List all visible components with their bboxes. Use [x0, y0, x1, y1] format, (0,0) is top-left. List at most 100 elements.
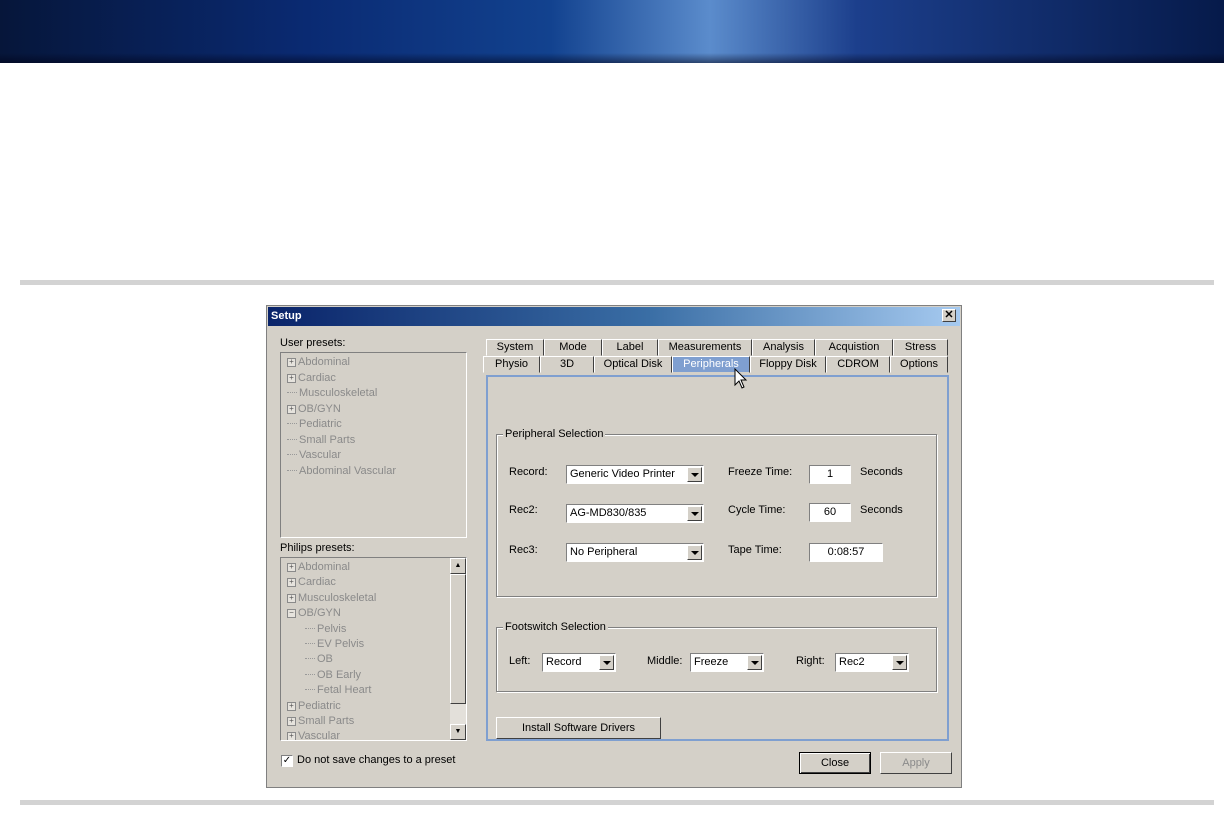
scroll-thumb[interactable]	[450, 574, 466, 704]
freeze-time-unit: Seconds	[860, 466, 903, 478]
tab-3d[interactable]: 3D	[540, 356, 594, 373]
mouse-pointer-icon	[734, 368, 748, 389]
tab-cdrom[interactable]: CDROM	[826, 356, 890, 373]
chevron-down-icon[interactable]	[687, 467, 702, 482]
record-label: Record:	[509, 466, 548, 478]
tree-item-ob-gyn[interactable]: − OB/GYN	[287, 606, 341, 620]
expand-icon[interactable]: +	[287, 578, 296, 588]
philips-presets-label: Philips presets:	[280, 542, 355, 554]
tape-time-field: 0:08:57	[809, 543, 883, 562]
tree-item-ob[interactable]: OB	[305, 652, 333, 666]
tree-item-musculoskeletal[interactable]: Musculoskeletal	[287, 386, 377, 400]
tree-item-label: OB/GYN	[298, 607, 341, 620]
collapse-icon[interactable]: −	[287, 609, 296, 619]
expand-icon[interactable]: +	[287, 732, 296, 740]
expand-icon[interactable]: +	[287, 358, 296, 367]
tree-item-pediatric[interactable]: Pediatric	[287, 417, 342, 431]
tree-item-abdominal[interactable]: + Abdominal	[287, 560, 350, 574]
tree-item-small-parts[interactable]: Small Parts	[287, 433, 355, 447]
tree-item-cardiac[interactable]: + Cardiac	[287, 371, 336, 385]
expand-icon[interactable]: +	[287, 701, 296, 711]
middle-footswitch-value: Freeze	[694, 656, 729, 668]
expand-icon[interactable]: +	[287, 373, 296, 383]
tree-item-label: Small Parts	[298, 715, 355, 727]
top-divider	[20, 280, 1214, 285]
tree-item-vascular[interactable]: Vascular	[287, 448, 341, 462]
dialog-title: Setup	[271, 310, 302, 322]
tree-item-pediatric[interactable]: + Pediatric	[287, 699, 341, 713]
tree-connector-icon	[287, 454, 297, 455]
left-footswitch-value: Record	[546, 656, 582, 668]
tree-item-abdominal[interactable]: + Abdominal	[287, 355, 350, 369]
chevron-down-icon[interactable]	[687, 506, 702, 521]
philips-presets-tree[interactable]: ▲ ▼ + Abdominal + Cardiac + Musculoskeletal − O…	[280, 557, 467, 741]
cycle-time-label: Cycle Time:	[728, 504, 786, 516]
tree-item-label: OB Early	[317, 668, 362, 681]
tree-item-label: Fetal Heart	[317, 684, 372, 697]
left-footswitch-dropdown[interactable]: Record	[542, 653, 616, 672]
left-footswitch-label: Left:	[509, 655, 531, 667]
scroll-down-icon[interactable]: ▼	[450, 724, 466, 740]
tree-item-pelvis[interactable]: Pelvis	[305, 622, 346, 636]
close-button[interactable]: Close	[799, 752, 871, 774]
rec3-dropdown[interactable]: No Peripheral	[566, 543, 704, 562]
expand-icon[interactable]: +	[287, 717, 296, 726]
tab-analysis[interactable]: Analysis	[752, 339, 815, 356]
tab-mode[interactable]: Mode	[544, 339, 602, 356]
expand-icon[interactable]: +	[287, 404, 296, 414]
tree-item-small-parts[interactable]: + Small Parts	[287, 714, 354, 728]
tree-connector-icon	[305, 689, 315, 691]
close-icon[interactable]: ✕	[942, 309, 956, 322]
tab-measurements[interactable]: Measurements	[658, 339, 752, 356]
rec2-value: AG-MD830/835	[570, 507, 647, 519]
expand-icon[interactable]: +	[287, 563, 296, 572]
footswitch-selection-title: Footswitch Selection	[503, 621, 608, 633]
tab-options[interactable]: Options	[890, 356, 948, 373]
freeze-time-input[interactable]: 1	[809, 465, 851, 484]
tree-item-cardiac[interactable]: + Cardiac	[287, 575, 336, 589]
tree-item-ob-early[interactable]: OB Early	[305, 668, 361, 682]
tree-item-label: Cardiac	[298, 371, 336, 384]
tree-item-label: Abdominal	[298, 356, 350, 368]
user-presets-tree[interactable]: + Abdominal + Cardiac Musculoskeletal + OB/GYN…	[280, 352, 467, 538]
scroll-up-icon[interactable]: ▲	[450, 558, 466, 574]
tree-connector-icon	[287, 423, 297, 424]
tab-floppy-disk[interactable]: Floppy Disk	[750, 356, 826, 373]
tree-item-ev-pelvis[interactable]: EV Pelvis	[305, 637, 364, 651]
tape-time-label: Tape Time:	[728, 544, 782, 556]
tree-item-label: Vascular	[299, 449, 341, 461]
user-presets-label: User presets:	[280, 337, 346, 349]
tree-item-musculoskeletal[interactable]: + Musculoskeletal	[287, 591, 376, 605]
apply-button: Apply	[880, 752, 952, 774]
install-software-drivers-button[interactable]: Install Software Drivers	[496, 717, 661, 739]
philips-presets-scrollbar[interactable]: ▲ ▼	[450, 558, 466, 740]
right-footswitch-dropdown[interactable]: Rec2	[835, 653, 909, 672]
tab-optical-disk[interactable]: Optical Disk	[594, 356, 672, 373]
cycle-time-input[interactable]: 60	[809, 503, 851, 522]
freeze-time-label: Freeze Time:	[728, 466, 793, 478]
tab-stress[interactable]: Stress	[893, 339, 948, 356]
chevron-down-icon[interactable]	[599, 655, 614, 670]
chevron-down-icon[interactable]	[892, 655, 907, 670]
header-banner	[0, 0, 1224, 63]
expand-icon[interactable]: +	[287, 593, 296, 603]
tree-item-label: Cardiac	[298, 576, 336, 589]
middle-footswitch-dropdown[interactable]: Freeze	[690, 653, 764, 672]
tree-item-fetal-heart[interactable]: Fetal Heart	[305, 683, 371, 697]
chevron-down-icon[interactable]	[747, 655, 762, 670]
dont-save-checkbox[interactable]: ✓	[281, 755, 293, 767]
tab-acquistion[interactable]: Acquistion	[815, 339, 893, 356]
tab-physio[interactable]: Physio	[483, 356, 540, 373]
tree-connector-icon	[287, 392, 297, 393]
tree-item-ob-gyn[interactable]: + OB/GYN	[287, 402, 341, 416]
dialog-titlebar[interactable]: Setup ✕	[268, 307, 960, 326]
tab-system[interactable]: System	[486, 339, 544, 356]
chevron-down-icon[interactable]	[687, 545, 702, 560]
tree-item-vascular[interactable]: + Vascular	[287, 729, 340, 740]
tab-label[interactable]: Label	[602, 339, 658, 356]
rec3-label: Rec3:	[509, 544, 538, 556]
tree-item-abdominal-vascular[interactable]: Abdominal Vascular	[287, 464, 396, 478]
rec2-dropdown[interactable]: AG-MD830/835	[566, 504, 704, 523]
tree-connector-icon	[305, 643, 315, 644]
record-dropdown[interactable]: Generic Video Printer	[566, 465, 704, 484]
